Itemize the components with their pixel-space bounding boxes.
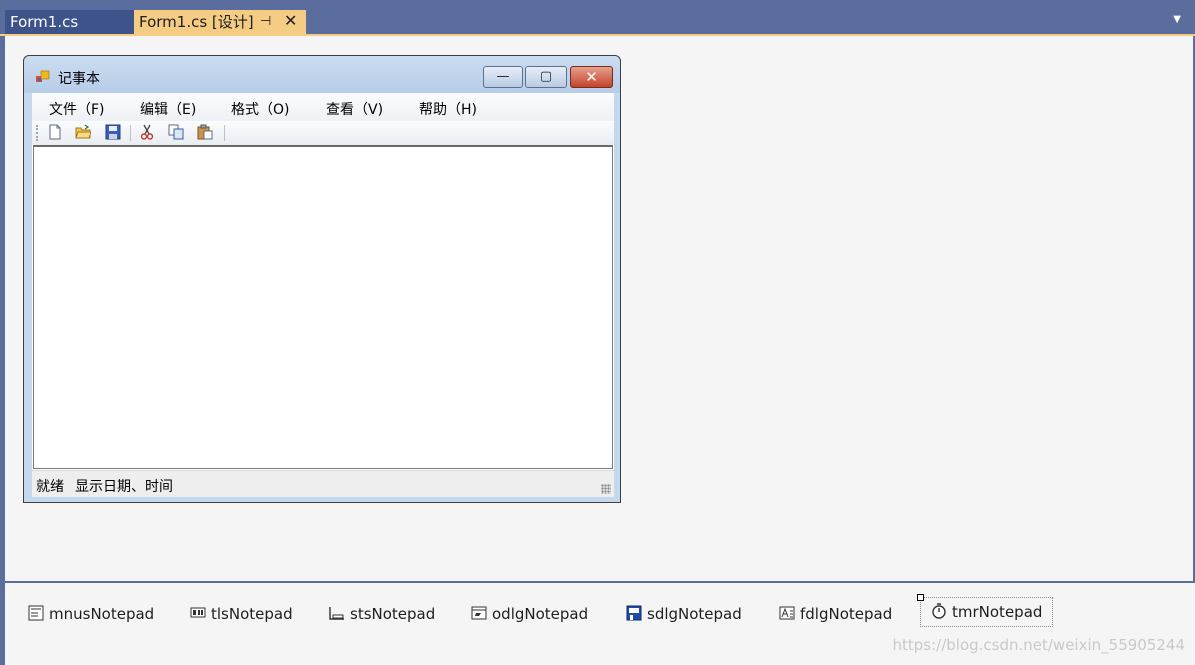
menu-strip-icon [28,605,44,621]
copy-icon[interactable] [168,124,184,140]
toolstrip-icon [190,607,206,618]
menu-format[interactable]: 格式（O) [231,99,289,119]
tray-component-stsNotepad[interactable]: stsNotepad [329,605,435,625]
timer-icon [932,603,946,619]
status-ready-label: 就绪 [36,479,64,495]
minimize-button[interactable]: — [483,66,523,88]
close-icon: ✕ [585,68,598,86]
tray-component-label: sdlgNotepad [647,605,742,623]
minimize-icon: — [496,69,510,84]
document-tab-strip: Form1.cs Form1.cs [设计] ⊣ ✕ ▼ [0,0,1195,36]
form-app-icon [36,70,50,82]
form-title: 记事本 [58,71,100,87]
maximize-button[interactable]: ▢ [525,66,567,88]
tab-form1-designer[interactable]: Form1.cs [设计] ⊣ ✕ [134,10,306,34]
menu-strip: 文件（F) 编辑（E) 格式（O) 查看（V) 帮助（H) [32,93,614,121]
tray-component-mnusNotepad[interactable]: mnusNotepad [28,605,154,625]
tray-component-sdlgNotepad[interactable]: sdlgNotepad [626,605,742,625]
form-titlebar[interactable]: 记事本 — ▢ ✕ [24,56,620,93]
menu-help[interactable]: 帮助（H) [419,99,477,119]
tray-component-label: mnusNotepad [49,605,155,623]
toolbar-separator [130,125,131,141]
maximize-icon: ▢ [539,69,553,84]
resize-grip-icon[interactable] [601,484,611,494]
statusstrip-icon [329,607,344,620]
status-strip: 就绪 显示日期、时间 [32,470,614,497]
tab-overflow-dropdown-icon[interactable]: ▼ [1173,14,1181,25]
selection-handle[interactable] [917,594,924,601]
paste-icon[interactable] [197,124,213,140]
tray-component-label: fdlgNotepad [800,605,893,623]
cut-icon[interactable] [139,124,155,140]
menu-file[interactable]: 文件（F) [49,99,105,119]
toolstrip-grip[interactable] [36,125,40,141]
tool-strip [32,121,614,145]
menu-edit[interactable]: 编辑（E) [140,99,196,119]
close-button[interactable]: ✕ [570,66,613,88]
close-tab-icon[interactable]: ✕ [284,9,297,33]
tray-component-label: tlsNotepad [211,605,293,623]
tray-component-odlgNotepad[interactable]: odlgNotepad [471,605,588,625]
tray-component-label: tmrNotepad [952,603,1043,621]
watermark-text: https://blog.csdn.net/weixin_55905244 [892,636,1185,654]
menu-view[interactable]: 查看（V) [326,99,383,119]
pin-icon[interactable]: ⊣ [260,10,271,34]
font-dialog-icon [779,606,795,620]
status-datetime-label: 显示日期、时间 [75,479,173,495]
tab-label: Form1.cs [设计] [139,13,254,31]
save-icon[interactable] [105,124,121,140]
open-dialog-icon [471,606,487,620]
tray-component-label: odlgNotepad [492,605,589,623]
form-client-area: 文件（F) 编辑（E) 格式（O) 查看（V) 帮助（H) 就绪 显示日期、时间 [32,93,614,497]
new-file-icon[interactable] [47,124,63,140]
toolbar-separator [224,125,225,141]
tab-form1-code[interactable]: Form1.cs [5,10,134,34]
tray-component-tmrNotepad[interactable]: tmrNotepad [920,597,1054,627]
notepad-form[interactable]: 记事本 — ▢ ✕ 文件（F) 编辑（E) 格式（O) 查看（V) 帮助（H) [23,55,621,503]
tray-component-label: stsNotepad [350,605,436,623]
save-dialog-icon [626,605,642,621]
open-folder-icon[interactable] [75,124,91,140]
tray-component-tlsNotepad[interactable]: tlsNotepad [190,605,293,625]
text-editor-area[interactable] [33,145,613,469]
tray-component-fdlgNotepad[interactable]: fdlgNotepad [779,605,892,625]
